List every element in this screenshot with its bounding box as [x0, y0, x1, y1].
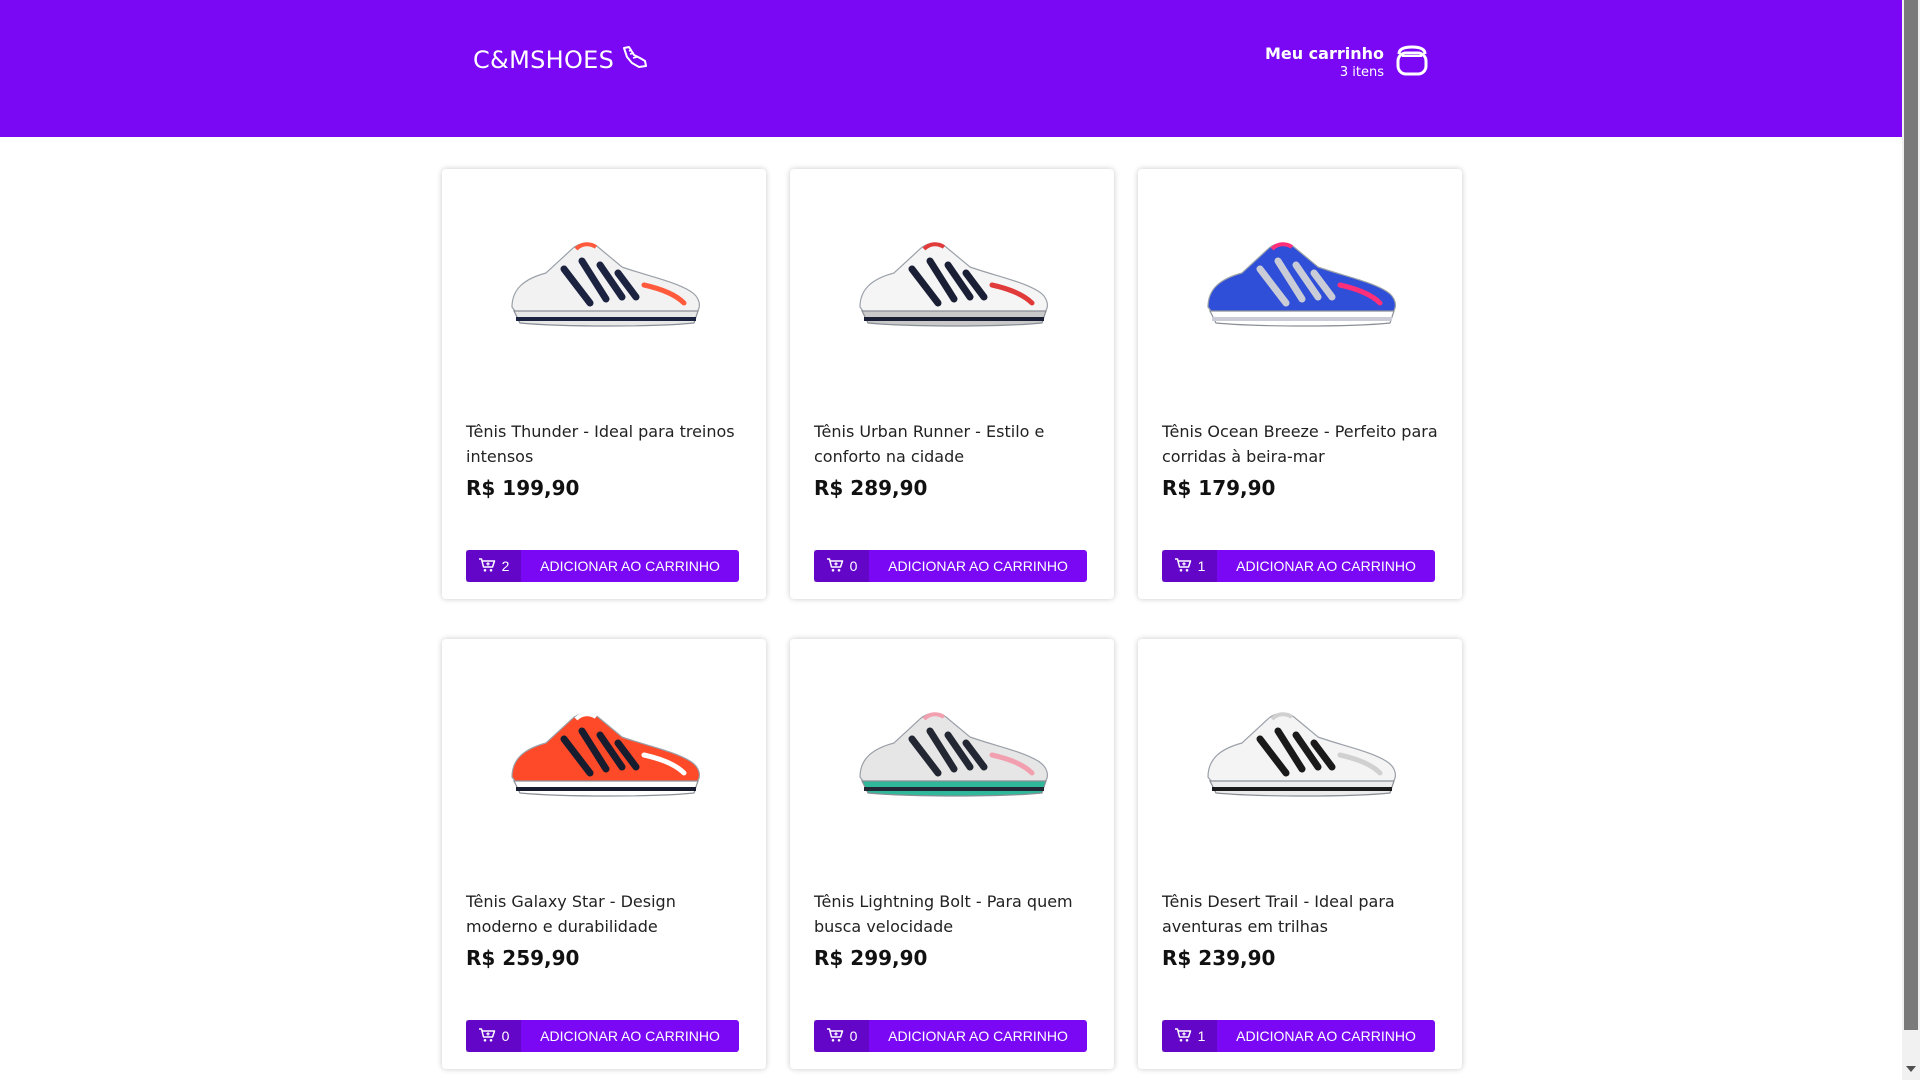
cart-quantity: 2 — [501, 558, 510, 574]
cart-quantity: 0 — [501, 1028, 510, 1044]
product-price: R$ 259,90 — [466, 946, 580, 970]
product-image — [1162, 169, 1438, 389]
cart-quantity: 0 — [849, 1028, 858, 1044]
product-price: R$ 299,90 — [814, 946, 928, 970]
product-card: Tênis Thunder - Ideal para treinos inten… — [442, 169, 766, 599]
cart-quantity-badge: 0 — [466, 1020, 521, 1052]
product-image — [1162, 639, 1438, 859]
cart-quantity: 0 — [849, 558, 858, 574]
cart-quantity: 1 — [1197, 1028, 1206, 1044]
product-image — [814, 639, 1090, 859]
sneaker-icon — [620, 45, 648, 75]
add-to-cart-button[interactable]: 2 ADICIONAR AO CARRINHO — [466, 550, 739, 582]
add-to-cart-label: ADICIONAR AO CARRINHO — [1236, 1028, 1416, 1044]
product-name: Tênis Urban Runner - Estilo e conforto n… — [814, 422, 1045, 466]
product-name: Tênis Ocean Breeze - Perfeito para corri… — [1162, 422, 1438, 466]
cart-item-count: 3 itens — [1339, 65, 1384, 80]
add-to-cart-icon — [478, 1027, 496, 1046]
cart-title: Meu carrinho — [1264, 44, 1384, 63]
product-card: Tênis Urban Runner - Estilo e conforto n… — [790, 169, 1114, 599]
product-name: Tênis Galaxy Star - Design moderno e dur… — [466, 892, 676, 936]
product-image — [814, 169, 1090, 389]
add-to-cart-label: ADICIONAR AO CARRINHO — [540, 1028, 720, 1044]
product-image — [466, 639, 742, 859]
add-to-cart-icon — [478, 557, 496, 576]
sneaker-illustration — [859, 242, 1048, 327]
product-grid: Tênis Thunder - Ideal para treinos inten… — [442, 169, 1462, 1069]
add-to-cart-icon — [826, 557, 844, 576]
product-card: Tênis Ocean Breeze - Perfeito para corri… — [1138, 169, 1462, 599]
product-price: R$ 289,90 — [814, 476, 928, 500]
add-to-cart-button[interactable]: 0 ADICIONAR AO CARRINHO — [466, 1020, 739, 1052]
product-image — [466, 169, 742, 389]
brand-logo[interactable]: C&MSHOES — [473, 45, 648, 75]
product-name: Tênis Lightning Bolt - Para quem busca v… — [814, 892, 1073, 936]
add-to-cart-button[interactable]: 0 ADICIONAR AO CARRINHO — [814, 1020, 1087, 1052]
product-price: R$ 239,90 — [1162, 946, 1276, 970]
sneaker-illustration — [511, 242, 700, 327]
scrollbar-thumb[interactable] — [1904, 0, 1918, 1030]
add-to-cart-label: ADICIONAR AO CARRINHO — [888, 1028, 1068, 1044]
cart-summary-link[interactable]: Meu carrinho 3 itens — [1200, 40, 1430, 84]
add-to-cart-label: ADICIONAR AO CARRINHO — [888, 558, 1068, 574]
product-card: Tênis Lightning Bolt - Para quem busca v… — [790, 639, 1114, 1069]
cart-quantity-badge: 0 — [814, 1020, 869, 1052]
sneaker-illustration — [511, 712, 700, 797]
sneaker-illustration — [1207, 712, 1396, 797]
cart-quantity-badge: 1 — [1162, 550, 1217, 582]
add-to-cart-button[interactable]: 1 ADICIONAR AO CARRINHO — [1162, 550, 1435, 582]
add-to-cart-label: ADICIONAR AO CARRINHO — [540, 558, 720, 574]
add-to-cart-button[interactable]: 1 ADICIONAR AO CARRINHO — [1162, 1020, 1435, 1052]
cart-quantity-badge: 2 — [466, 550, 521, 582]
add-to-cart-label: ADICIONAR AO CARRINHO — [1236, 558, 1416, 574]
page-scrollbar[interactable] — [1902, 0, 1920, 1080]
sneaker-illustration — [859, 712, 1048, 797]
product-price: R$ 199,90 — [466, 476, 580, 500]
cart-summary-text: Meu carrinho 3 itens — [1265, 44, 1384, 80]
scroll-down-arrow-icon[interactable] — [1906, 1066, 1916, 1072]
add-to-cart-icon — [826, 1027, 844, 1046]
cart-quantity-badge: 0 — [814, 550, 869, 582]
shopping-basket-icon — [1394, 42, 1430, 82]
add-to-cart-button[interactable]: 0 ADICIONAR AO CARRINHO — [814, 550, 1087, 582]
product-name: Tênis Desert Trail - Ideal para aventura… — [1162, 892, 1395, 936]
site-header: C&MSHOES Meu carrinho 3 itens — [0, 0, 1902, 137]
sneaker-illustration — [1207, 242, 1396, 327]
product-card: Tênis Desert Trail - Ideal para aventura… — [1138, 639, 1462, 1069]
product-card: Tênis Galaxy Star - Design moderno e dur… — [442, 639, 766, 1069]
brand-name: C&MSHOES — [473, 46, 615, 74]
cart-quantity: 1 — [1197, 558, 1206, 574]
product-price: R$ 179,90 — [1162, 476, 1276, 500]
cart-quantity-badge: 1 — [1162, 1020, 1217, 1052]
add-to-cart-icon — [1174, 557, 1192, 576]
add-to-cart-icon — [1174, 1027, 1192, 1046]
product-name: Tênis Thunder - Ideal para treinos inten… — [466, 422, 735, 466]
